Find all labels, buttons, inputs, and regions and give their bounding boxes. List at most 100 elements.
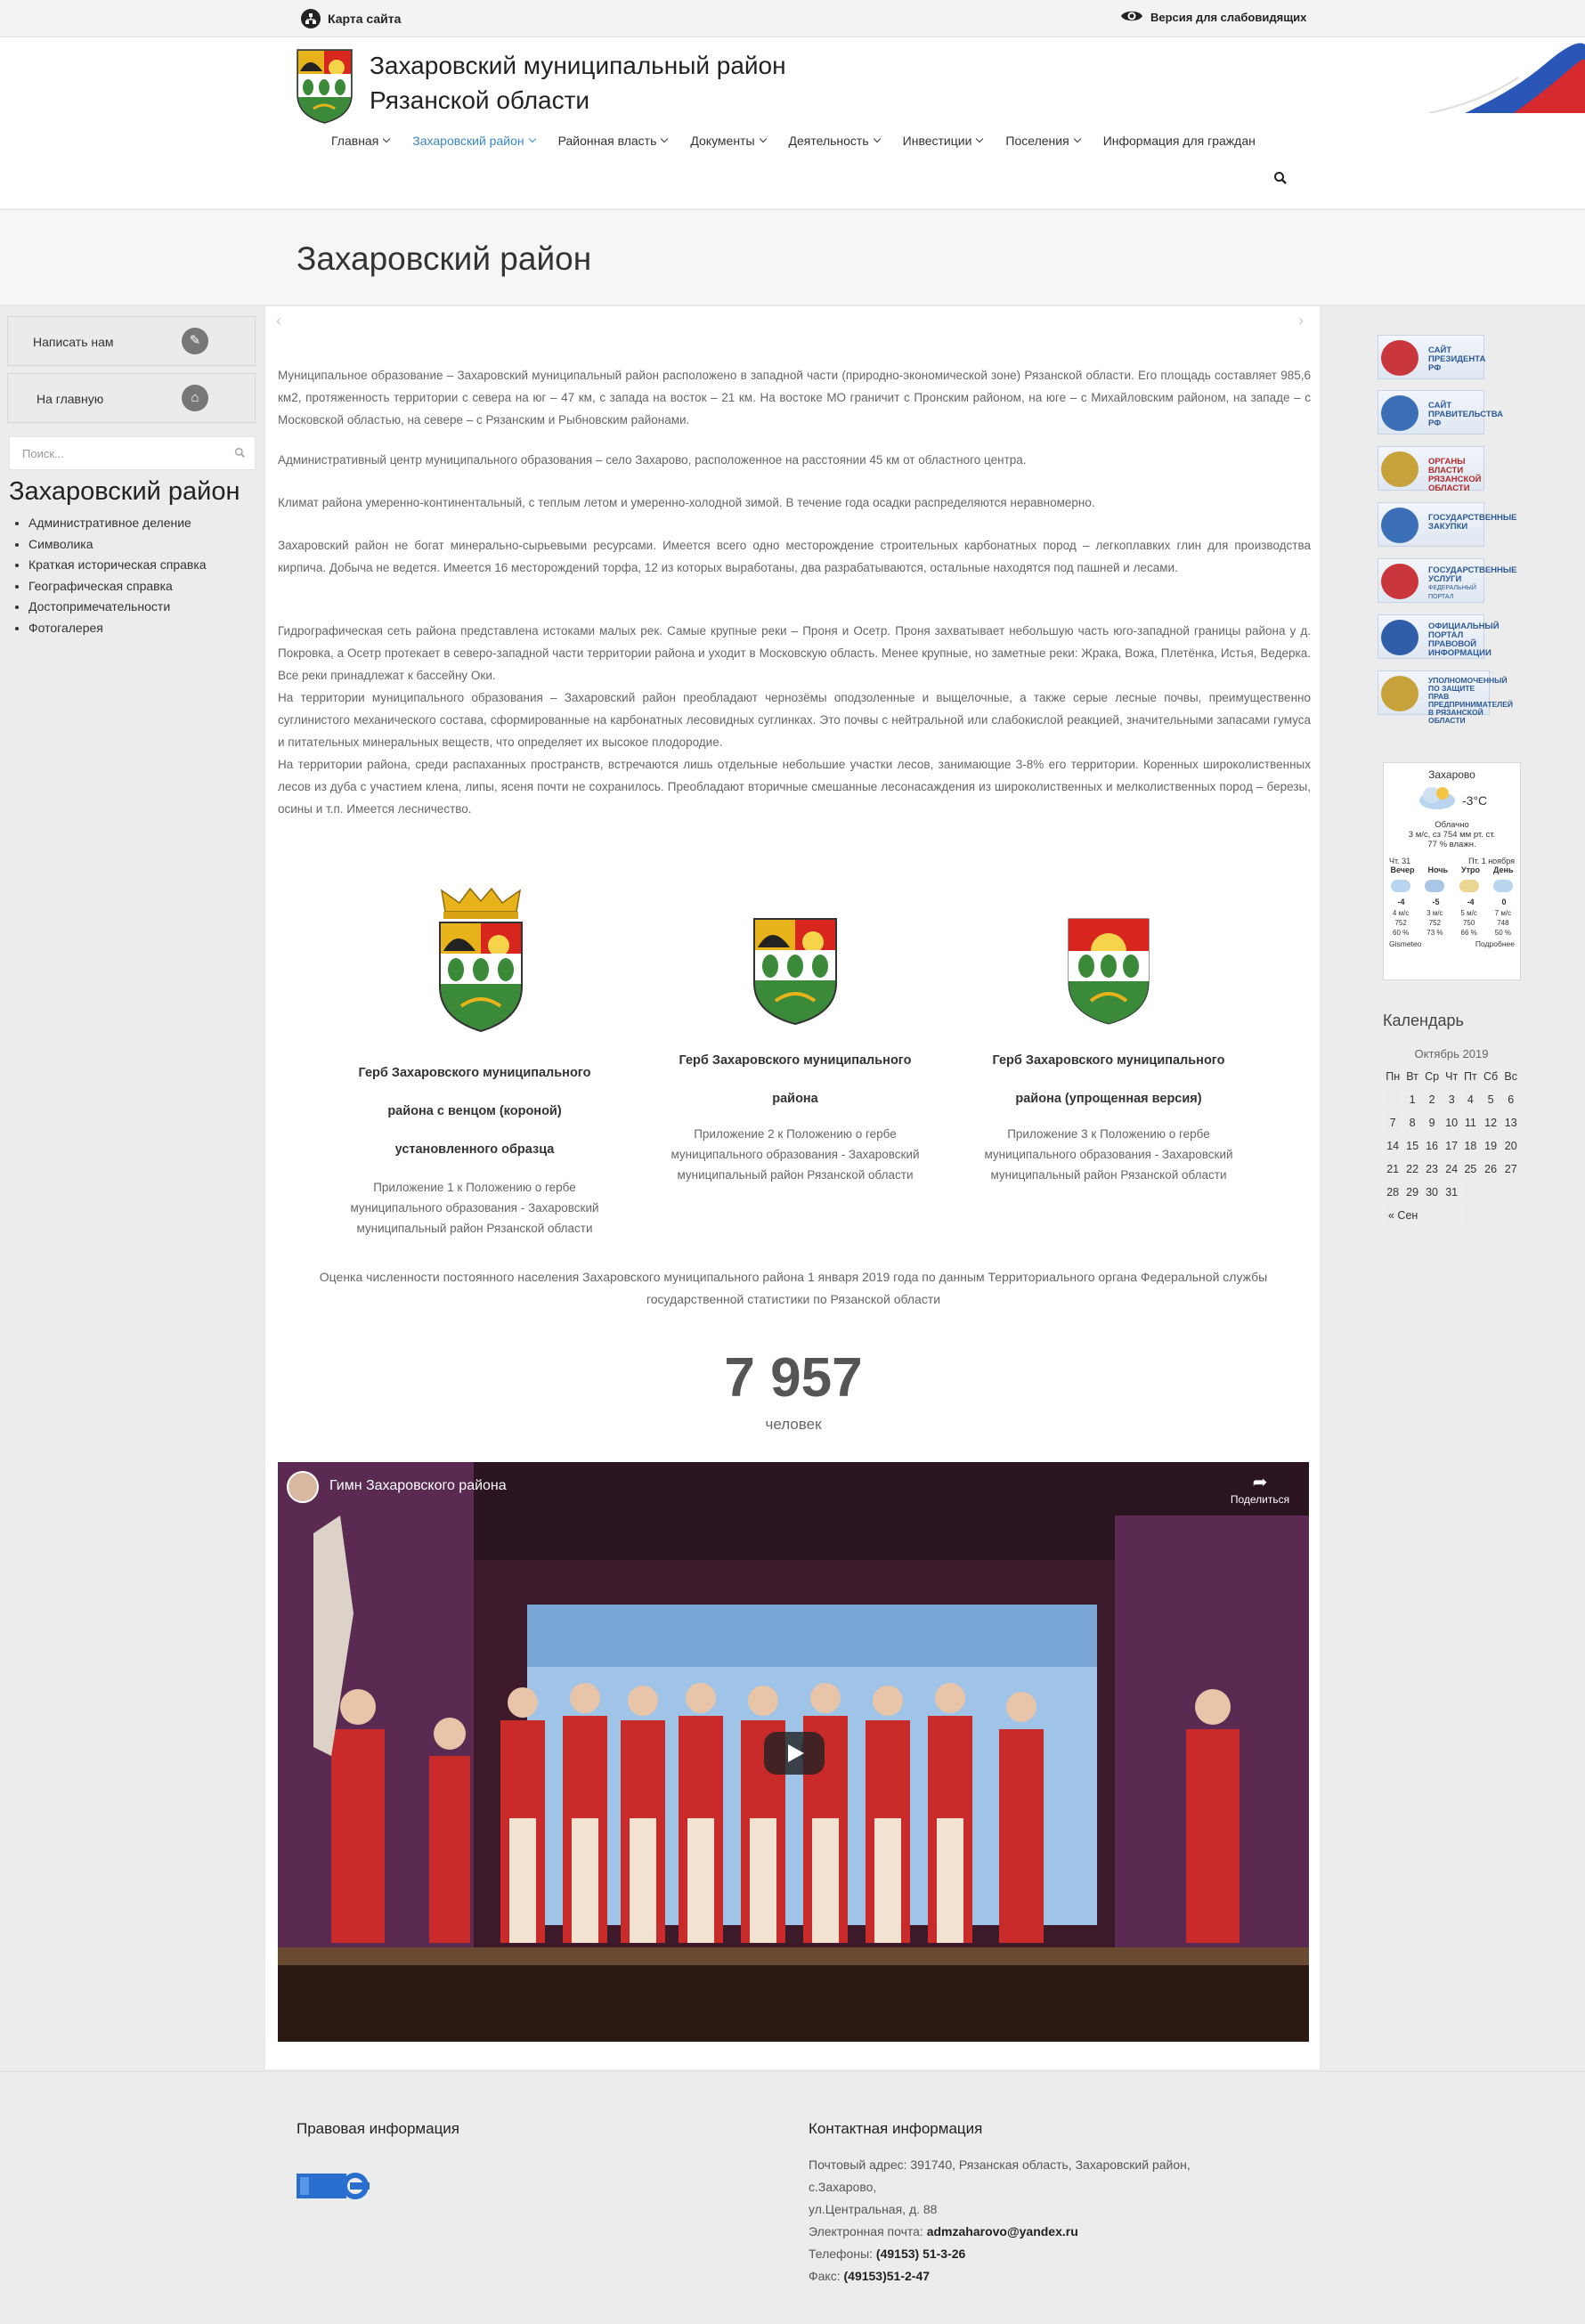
weather-more-link[interactable]: Подробнее xyxy=(1475,939,1515,948)
nav-item-authority[interactable]: Районная власть xyxy=(558,134,669,148)
nav-item-home[interactable]: Главная xyxy=(331,134,391,148)
nav-item-investments[interactable]: Инвестиции xyxy=(903,134,984,148)
caption-line: муниципальный район Рязанской области xyxy=(356,1222,593,1235)
eye-icon xyxy=(1120,9,1143,26)
chevron-left-icon[interactable]: ‹ xyxy=(276,312,281,330)
procurement-banner[interactable]: ГОСУДАРСТВЕННЫЕ ЗАКУПКИ xyxy=(1378,502,1517,547)
site-header: Захаровский муниципальный район Рязанско… xyxy=(0,37,1585,208)
nav-label: Документы xyxy=(690,134,755,148)
calendar-day: 15 xyxy=(1402,1134,1422,1158)
calendar-weekday: Вс xyxy=(1500,1064,1521,1088)
email-link[interactable]: admzaharovo@yandex.ru xyxy=(927,2224,1078,2239)
video-player[interactable]: Гимн Захаровского района ➦ Поделиться xyxy=(278,1462,1309,2042)
ryazan-authorities-banner[interactable]: ОРГАНЫ ВЛАСТИ РЯЗАНСКОЙ ОБЛАСТИ xyxy=(1378,446,1484,493)
calendar-prev-link[interactable]: « Сен xyxy=(1381,1203,1443,1227)
sidebar-item-sights[interactable]: Достопримечательности xyxy=(28,597,207,618)
cloud-icon xyxy=(1492,880,1513,892)
nav-label: Информация для граждан xyxy=(1102,134,1256,148)
calendar-day: 7 xyxy=(1381,1110,1404,1134)
weather-pressure: 752 xyxy=(1428,919,1442,927)
sidebar-item-geography[interactable]: Географическая справка xyxy=(28,576,207,597)
nav-item-district[interactable]: Захаровский район xyxy=(412,134,536,148)
sidebar-item-symbols[interactable]: Символика xyxy=(28,534,207,556)
weather-details: 3 м/с, сз 754 мм рт. ст. xyxy=(1408,830,1496,840)
play-button[interactable] xyxy=(764,1732,825,1775)
nav-label: Поселения xyxy=(1005,134,1069,148)
calendar-day xyxy=(1479,1180,1502,1204)
accessibility-link[interactable]: Версия для слабовидящих xyxy=(1120,9,1306,26)
nav-item-activity[interactable]: Деятельность xyxy=(789,134,881,148)
nav-label: Захаровский район xyxy=(412,134,524,148)
banner-line: ИНФОРМАЦИИ xyxy=(1428,648,1492,658)
calendar-day xyxy=(1460,1180,1481,1204)
calendar-weekday: Пт xyxy=(1460,1064,1481,1088)
chevron-right-icon[interactable]: › xyxy=(1298,312,1304,330)
site-logo[interactable] xyxy=(296,48,354,125)
page-title-band: Захаровский район xyxy=(0,209,1585,305)
channel-avatar[interactable] xyxy=(287,1471,319,1503)
footer-address: Почтовый адрес: 391740, Рязанская област… xyxy=(809,2157,1191,2172)
ombudsman-banner[interactable]: УПОЛНОМОЧЕННЫЙ ПО ЗАЩИТЕ ПРАВ ПРЕДПРИНИМАТ… xyxy=(1378,670,1513,725)
weather-forecast-icons xyxy=(1384,874,1520,898)
calendar-month: Октябрь 2019 xyxy=(1414,1047,1489,1060)
cloud-icon xyxy=(1391,880,1411,892)
home-button[interactable]: На главную ⌂ xyxy=(7,373,256,423)
coat-caption-note: Приложение 1 к Положению о гербе муницип… xyxy=(328,1177,622,1239)
write-us-button[interactable]: Написать нам ✎ xyxy=(7,316,256,366)
chevron-down-icon xyxy=(1073,134,1081,143)
government-site-banner[interactable]: САЙТ ПРАВИТЕЛЬСТВА РФ xyxy=(1378,390,1503,435)
weather-forecast-temp: 0 xyxy=(1501,898,1507,906)
search-icon[interactable] xyxy=(234,447,246,461)
weather-forecast-temp: -4 xyxy=(1467,898,1475,906)
footer-fax: Факс: (49153)51-2-47 xyxy=(809,2265,930,2287)
president-site-banner[interactable]: САЙТ ПРЕЗИДЕНТА РФ xyxy=(1378,335,1486,379)
russian-flag xyxy=(1429,37,1585,113)
weather-city: Захарово xyxy=(1428,768,1475,781)
emblem-icon xyxy=(1381,340,1418,376)
search-icon[interactable] xyxy=(1273,171,1288,190)
chevron-down-icon xyxy=(873,134,881,143)
weather-forecast-temp: -5 xyxy=(1432,898,1440,906)
legal-portal-banner[interactable]: ОФИЦИАЛЬНЫЙ ПОРТАЛ ПРАВОВОЙ ИНФОРМАЦИИ xyxy=(1378,614,1500,659)
gosuslugi-banner[interactable]: ГОСУДАРСТВЕННЫЕ УСЛУГИ ФЕДЕРАЛЬНЫЙ ПОРТАЛ xyxy=(1378,558,1517,603)
weather-period: Утро xyxy=(1461,865,1481,874)
legal-logo[interactable] xyxy=(297,2172,370,2200)
calendar-day: 24 xyxy=(1442,1157,1462,1181)
play-icon xyxy=(788,1744,804,1762)
calendar-weekday: Чт xyxy=(1442,1064,1462,1088)
nav-item-documents[interactable]: Документы xyxy=(690,134,767,148)
chevron-down-icon xyxy=(661,134,669,143)
calendar-day: 21 xyxy=(1381,1157,1404,1181)
sitemap-link[interactable]: Карта сайта xyxy=(301,9,401,28)
calendar-day: 19 xyxy=(1479,1134,1502,1158)
sidebar-item-history[interactable]: Краткая историческая справка xyxy=(28,555,207,576)
sidebar-item-label: Символика xyxy=(28,536,93,551)
sidebar-item-admin[interactable]: Административное деление xyxy=(28,513,207,534)
banner-line: ПРЕЗИДЕНТА РФ xyxy=(1428,354,1486,373)
caption-line: района (упрощенная версия) xyxy=(1015,1092,1202,1106)
video-title[interactable]: Гимн Захаровского района xyxy=(329,1478,507,1494)
weather-hum: 66 % xyxy=(1460,929,1477,937)
search-input[interactable]: Поиск... xyxy=(9,436,256,470)
gismeteo-link[interactable]: Gismeteo xyxy=(1389,939,1421,948)
weather-hum: 50 % xyxy=(1494,929,1511,937)
caption-line: государственной статистики по Рязанской … xyxy=(646,1292,941,1306)
share-button[interactable]: ➦ Поделиться xyxy=(1220,1471,1300,1506)
chevron-down-icon xyxy=(759,134,767,143)
weather-hum: 73 % xyxy=(1426,929,1443,937)
footer-contact-heading: Контактная информация xyxy=(809,2120,983,2137)
footer-address: с.Захарово, xyxy=(809,2180,877,2194)
weather-period: День xyxy=(1493,865,1514,874)
nav-item-settlements[interactable]: Поселения xyxy=(1005,134,1081,148)
caption-line: Герб Захаровского муниципального xyxy=(679,1053,912,1068)
calendar-day: 29 xyxy=(1402,1180,1422,1204)
calendar-weekday: Ср xyxy=(1420,1064,1443,1088)
calendar-day: 30 xyxy=(1420,1180,1443,1204)
calendar-day: 8 xyxy=(1402,1110,1422,1134)
paragraph: Муниципальное образование – Захаровский … xyxy=(278,369,1311,427)
weather-widget[interactable]: Захарово -3°C Облачно 3 м/с, сз 754 мм р… xyxy=(1383,762,1521,980)
weather-period: Вечер xyxy=(1390,865,1415,874)
caption-line: района с венцом (короной) xyxy=(387,1104,562,1118)
sidebar-item-gallery[interactable]: Фотогалерея xyxy=(28,618,207,639)
nav-item-citizens[interactable]: Информация для граждан xyxy=(1103,134,1256,148)
